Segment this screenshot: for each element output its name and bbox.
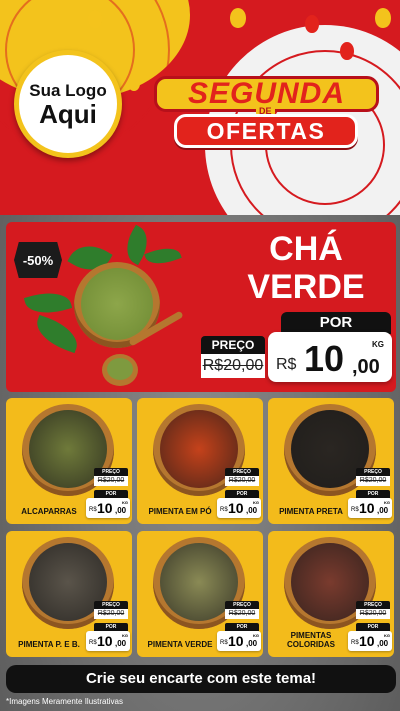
price-decimal: ,00 bbox=[246, 639, 258, 648]
new-price-label: POR bbox=[356, 490, 390, 498]
old-price-value: 20,00 bbox=[223, 357, 264, 374]
price-integer: 10 bbox=[304, 338, 345, 379]
new-price-label: POR bbox=[225, 490, 259, 498]
header-banner: Sua Logo Aqui SEGUNDA DE OFERTAS bbox=[0, 0, 400, 215]
product-name: PIMENTA P. E B. bbox=[18, 640, 80, 649]
price-currency: R$ bbox=[89, 640, 97, 646]
balloon-icon bbox=[230, 8, 246, 28]
featured-title-line2: VERDE bbox=[247, 268, 365, 306]
price-unit: KG bbox=[384, 633, 390, 638]
price-unit: KG bbox=[122, 500, 128, 505]
product-card: PIMENTA PRETA PREÇO R$20,00 POR R$ 10 ,0… bbox=[268, 398, 394, 524]
product-card: PIMENTA VERDE PREÇO R$20,00 POR R$ 10 ,0… bbox=[137, 531, 263, 657]
new-price: R$ 10 ,00 KG bbox=[86, 631, 130, 651]
price-integer: 10 bbox=[359, 500, 375, 516]
price-integer: 10 bbox=[228, 633, 244, 649]
product-name: PIMENTA EM PÓ bbox=[148, 507, 212, 516]
product-card: PIMENTA EM PÓ PREÇO R$20,00 POR R$ 10 ,0… bbox=[137, 398, 263, 524]
old-price: R$20,00 bbox=[356, 609, 390, 619]
title-ofertas: OFERTAS bbox=[174, 114, 358, 148]
price-unit: KG bbox=[122, 633, 128, 638]
new-price: R$ 10 ,00 KG bbox=[217, 631, 261, 651]
flyer: Sua Logo Aqui SEGUNDA DE OFERTAS -50% CH… bbox=[0, 0, 400, 711]
balloon-icon bbox=[128, 75, 140, 91]
product-card: PIMENTAS COLORIDAS PREÇO R$20,00 POR R$ … bbox=[268, 531, 394, 657]
product-name: PIMENTAS COLORIDAS bbox=[287, 631, 335, 649]
price-unit: KG bbox=[253, 500, 259, 505]
featured-title: CHÁ VERDE bbox=[236, 230, 376, 306]
price-decimal: ,00 bbox=[352, 356, 380, 378]
new-price-label: POR bbox=[225, 623, 259, 631]
logo-placeholder: Sua Logo Aqui bbox=[14, 50, 122, 158]
old-price-label: PREÇO bbox=[225, 468, 259, 476]
old-price-label: PREÇO bbox=[225, 601, 259, 609]
price-unit: KG bbox=[253, 633, 259, 638]
price-currency: R$ bbox=[351, 507, 359, 513]
price-decimal: ,00 bbox=[115, 506, 127, 515]
old-price-label: PREÇO bbox=[201, 336, 265, 354]
promo-title: SEGUNDA DE OFERTAS bbox=[148, 70, 388, 150]
new-price: R$ 10 ,00 KG bbox=[86, 498, 130, 518]
logo-line1: Sua Logo bbox=[29, 80, 107, 100]
price-currency: R$ bbox=[220, 507, 228, 513]
balloon-icon bbox=[88, 10, 102, 28]
product-name: ALCAPARRAS bbox=[21, 507, 77, 516]
price-integer: 10 bbox=[97, 500, 113, 516]
balloon-icon bbox=[340, 42, 354, 60]
logo-line2: Aqui bbox=[39, 98, 97, 129]
price-currency: R$ bbox=[276, 356, 297, 373]
balloon-icon bbox=[375, 8, 391, 28]
price-decimal: ,00 bbox=[377, 506, 389, 515]
old-price: R$20,00 bbox=[225, 476, 259, 486]
old-price-label: PREÇO bbox=[94, 468, 128, 476]
new-price: R$ 10 ,00 KG bbox=[348, 631, 392, 651]
leaf-icon bbox=[31, 314, 83, 354]
new-price-label: POR bbox=[281, 312, 391, 334]
price-integer: 10 bbox=[228, 500, 244, 516]
product-name: PIMENTA VERDE bbox=[147, 640, 213, 649]
leaf-icon bbox=[144, 242, 182, 270]
old-price-label: PREÇO bbox=[356, 601, 390, 609]
old-price-currency: R$ bbox=[202, 357, 224, 374]
price-currency: R$ bbox=[220, 640, 228, 646]
old-price: R$20,00 bbox=[356, 476, 390, 486]
price-currency: R$ bbox=[89, 507, 97, 513]
old-price: R$20,00 bbox=[201, 354, 265, 378]
price-decimal: ,00 bbox=[377, 639, 389, 648]
price-currency: R$ bbox=[351, 640, 359, 646]
new-price-label: POR bbox=[94, 490, 128, 498]
new-price-label: POR bbox=[94, 623, 128, 631]
spoon-powder bbox=[107, 358, 133, 380]
discount-badge: -50% bbox=[14, 242, 62, 278]
old-price: R$20,00 bbox=[94, 476, 128, 486]
price-unit: KG bbox=[384, 500, 390, 505]
new-price-label: POR bbox=[356, 623, 390, 631]
product-card: ALCAPARRAS PREÇO R$20,00 POR R$ 10 ,00 K… bbox=[6, 398, 132, 524]
price-decimal: ,00 bbox=[246, 506, 258, 515]
product-card: PIMENTA P. E B. PREÇO R$20,00 POR R$ 10 … bbox=[6, 531, 132, 657]
leaf-icon bbox=[23, 286, 73, 320]
price-decimal: ,00 bbox=[115, 639, 127, 648]
new-price: R$ 10 ,00 KG bbox=[268, 332, 392, 382]
featured-title-line1: CHÁ bbox=[269, 230, 343, 268]
new-price: R$ 10 ,00 KG bbox=[217, 498, 261, 518]
old-price: R$20,00 bbox=[94, 609, 128, 619]
featured-product: -50% CHÁ VERDE PREÇO R$20,00 POR R$ 10 ,… bbox=[6, 222, 396, 392]
green-tea-powder bbox=[81, 268, 153, 340]
old-price-label: PREÇO bbox=[94, 601, 128, 609]
balloon-icon bbox=[305, 15, 319, 33]
old-price: R$20,00 bbox=[225, 609, 259, 619]
price-integer: 10 bbox=[97, 633, 113, 649]
price-integer: 10 bbox=[359, 633, 375, 649]
old-price-label: PREÇO bbox=[356, 468, 390, 476]
disclaimer: *Imagens Meramente Ilustrativas bbox=[6, 697, 123, 706]
price-unit: KG bbox=[372, 340, 384, 349]
product-name: PIMENTA PRETA bbox=[279, 507, 343, 516]
new-price: R$ 10 ,00 KG bbox=[348, 498, 392, 518]
cta-banner: Crie seu encarte com este tema! bbox=[6, 665, 396, 693]
